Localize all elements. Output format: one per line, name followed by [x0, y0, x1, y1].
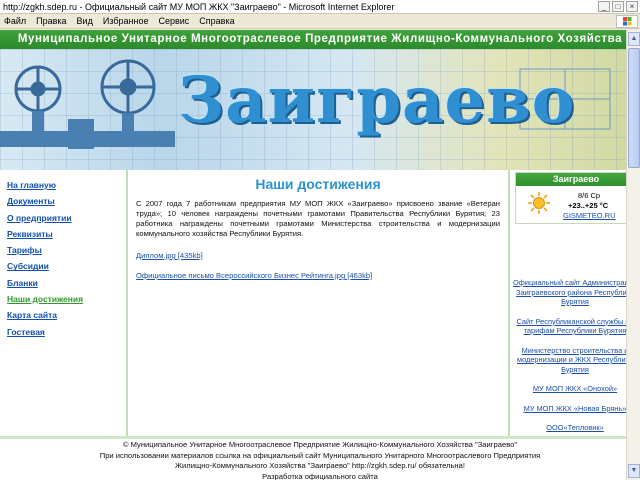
- menu-help[interactable]: Справка: [199, 14, 234, 28]
- nav-subsidies[interactable]: Субсидии: [0, 258, 126, 274]
- sun-icon: [528, 192, 550, 214]
- nav-achievements[interactable]: Наши достижения: [0, 291, 126, 307]
- nav-guestbook[interactable]: Гостевая: [0, 324, 126, 340]
- scrollbar-thumb[interactable]: [628, 48, 640, 168]
- window-title: http://zgkh.sdep.ru - Официальный сайт М…: [3, 2, 395, 12]
- weather-temperature: +23..+25 °C: [568, 201, 609, 210]
- menu-tools[interactable]: Сервис: [158, 14, 189, 28]
- maximize-button[interactable]: □: [612, 1, 624, 12]
- district-administration-link[interactable]: Официальный сайт Администрации Заиграевс…: [512, 278, 638, 307]
- diploma-link[interactable]: Диплом.jpg [435kb]: [136, 251, 500, 260]
- onokhoy-link[interactable]: МУ МОП ЖКХ «Онохой»: [512, 384, 638, 394]
- gismeteo-link[interactable]: GISMETEO.RU: [563, 211, 616, 220]
- weather-widget: Заиграево 8/6 Ср +23..+25 °C GISMETEO.RU: [515, 172, 637, 224]
- menu-view[interactable]: Вид: [77, 14, 93, 28]
- nav-sitemap[interactable]: Карта сайта: [0, 307, 126, 323]
- page-title: Наши достижения: [255, 176, 381, 192]
- window-title-bar: http://zgkh.sdep.ru - Официальный сайт М…: [0, 0, 640, 14]
- footer-developer: Разработка официального сайта: [262, 471, 378, 480]
- right-sidebar: Заиграево 8/6 Ср +23..+25 °C GISMETEO.RU…: [508, 170, 640, 436]
- window-controls: _ □ ×: [598, 1, 638, 12]
- nav-requisites[interactable]: Реквизиты: [0, 226, 126, 242]
- business-rating-letter-link[interactable]: Официальное письмо Всероссийского Бизнес…: [136, 271, 500, 280]
- web-page: Муниципальное Унитарное Многоотраслевое …: [0, 30, 640, 480]
- ministry-link[interactable]: Министерство строительства и модернизаци…: [512, 346, 638, 375]
- footer-notice-line1: При использовании материалов ссылка на о…: [99, 450, 541, 460]
- minimize-button[interactable]: _: [598, 1, 610, 12]
- weather-city: Заиграево: [516, 173, 636, 186]
- close-button[interactable]: ×: [626, 1, 638, 12]
- teplovik-link[interactable]: ООО«Тепловик»: [512, 423, 638, 433]
- nav-forms[interactable]: Бланки: [0, 275, 126, 291]
- nav-documents[interactable]: Документы: [0, 193, 126, 209]
- scroll-up-icon[interactable]: ▲: [628, 32, 640, 46]
- achievements-text: С 2007 года 7 работникам предприятия МУ …: [136, 199, 500, 238]
- menu-file[interactable]: Файл: [4, 14, 26, 28]
- menu-edit[interactable]: Правка: [36, 14, 66, 28]
- novaya-bryan-link[interactable]: МУ МОП ЖКХ «Новая Брянь»: [512, 404, 638, 414]
- nav-home[interactable]: На главную: [0, 177, 126, 193]
- nav-about[interactable]: О предприятии: [0, 210, 126, 226]
- weather-date: 8/6 Ср: [578, 191, 601, 200]
- main-content: Наши достижения С 2007 года 7 работникам…: [130, 170, 506, 436]
- vertical-scrollbar[interactable]: ▲ ▼: [626, 30, 640, 480]
- nav-tariffs[interactable]: Тарифы: [0, 242, 126, 258]
- browser-menu-bar: Файл Правка Вид Избранное Сервис Справка: [0, 14, 640, 29]
- organization-name-bar: Муниципальное Унитарное Многоотраслевое …: [0, 30, 640, 49]
- banner-title: Заиграево: [178, 63, 576, 138]
- footer-notice-line2: Жилищно-Коммунального Хозяйства "Заиграе…: [175, 461, 465, 470]
- left-navigation: На главную Документы О предприятии Рекви…: [0, 170, 128, 436]
- footer-copyright: © Муниципальное Унитарное Многоотраслево…: [122, 440, 518, 449]
- external-links: Официальный сайт Администрации Заиграевс…: [512, 278, 638, 443]
- tariff-service-link[interactable]: Сайт Республиканской службы по тарифам Р…: [512, 317, 638, 336]
- windows-logo-icon: [616, 15, 638, 28]
- footer-divider: [0, 436, 640, 439]
- page-footer: © Муниципальное Унитарное Многоотраслево…: [0, 440, 640, 480]
- header-banner: Заиграево: [0, 49, 640, 170]
- scroll-down-icon[interactable]: ▼: [628, 464, 640, 478]
- menu-favorites[interactable]: Избранное: [103, 14, 149, 28]
